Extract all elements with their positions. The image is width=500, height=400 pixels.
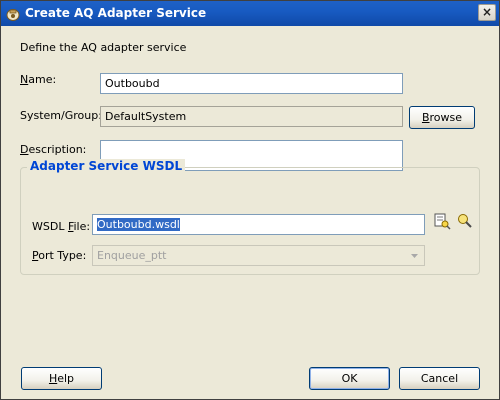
wsdl-file-value: Outboubd.wsdl bbox=[97, 218, 180, 231]
cancel-button[interactable]: Cancel bbox=[399, 367, 480, 390]
browse-mnemonic: B bbox=[421, 111, 430, 124]
chevron-down-icon bbox=[411, 254, 418, 258]
close-icon: × bbox=[481, 5, 493, 19]
name-input[interactable]: Outboubd bbox=[100, 73, 403, 94]
help-label-rest: elp bbox=[57, 372, 75, 385]
wsdl-file-label: WSDL File: bbox=[32, 220, 90, 233]
system-group-field: DefaultSystem bbox=[100, 106, 403, 127]
system-group-label: System/Group: bbox=[20, 109, 102, 122]
intro-text: Define the AQ adapter service bbox=[20, 41, 187, 54]
wsdl-label-rest: ile: bbox=[73, 220, 91, 233]
app-icon bbox=[6, 9, 20, 21]
browse-wsdl-icon[interactable] bbox=[433, 212, 451, 230]
name-label-rest: ame: bbox=[28, 73, 57, 86]
help-mnemonic: H bbox=[48, 372, 58, 385]
title-bar[interactable]: Create AQ Adapter Service × bbox=[1, 1, 499, 26]
browse-button[interactable]: Browse bbox=[409, 106, 475, 129]
name-label: Name: bbox=[20, 73, 56, 86]
port-type-value: Enqueue_ptt bbox=[97, 249, 167, 262]
port-label-rest: ort Type: bbox=[38, 249, 87, 262]
close-button[interactable]: × bbox=[478, 4, 496, 21]
adapter-wsdl-group-title: Adapter Service WSDL bbox=[27, 159, 186, 173]
port-type-select: Enqueue_ptt bbox=[92, 245, 425, 266]
description-label: Description: bbox=[20, 143, 86, 156]
browse-label-rest: rowse bbox=[429, 111, 463, 124]
window-title: Create AQ Adapter Service bbox=[25, 6, 207, 20]
edit-wsdl-icon[interactable] bbox=[456, 212, 474, 230]
ok-button[interactable]: OK bbox=[309, 367, 390, 390]
wsdl-file-input[interactable]: Outboubd.wsdl bbox=[92, 214, 425, 235]
description-label-rest: escription: bbox=[28, 143, 87, 156]
wsdl-label-pre: WSDL bbox=[32, 220, 68, 233]
name-label-mnemonic: N bbox=[20, 73, 29, 86]
help-button[interactable]: Help bbox=[21, 367, 102, 390]
port-type-label: Port Type: bbox=[32, 249, 86, 262]
create-aq-adapter-dialog: Create AQ Adapter Service × Define the A… bbox=[0, 0, 500, 400]
